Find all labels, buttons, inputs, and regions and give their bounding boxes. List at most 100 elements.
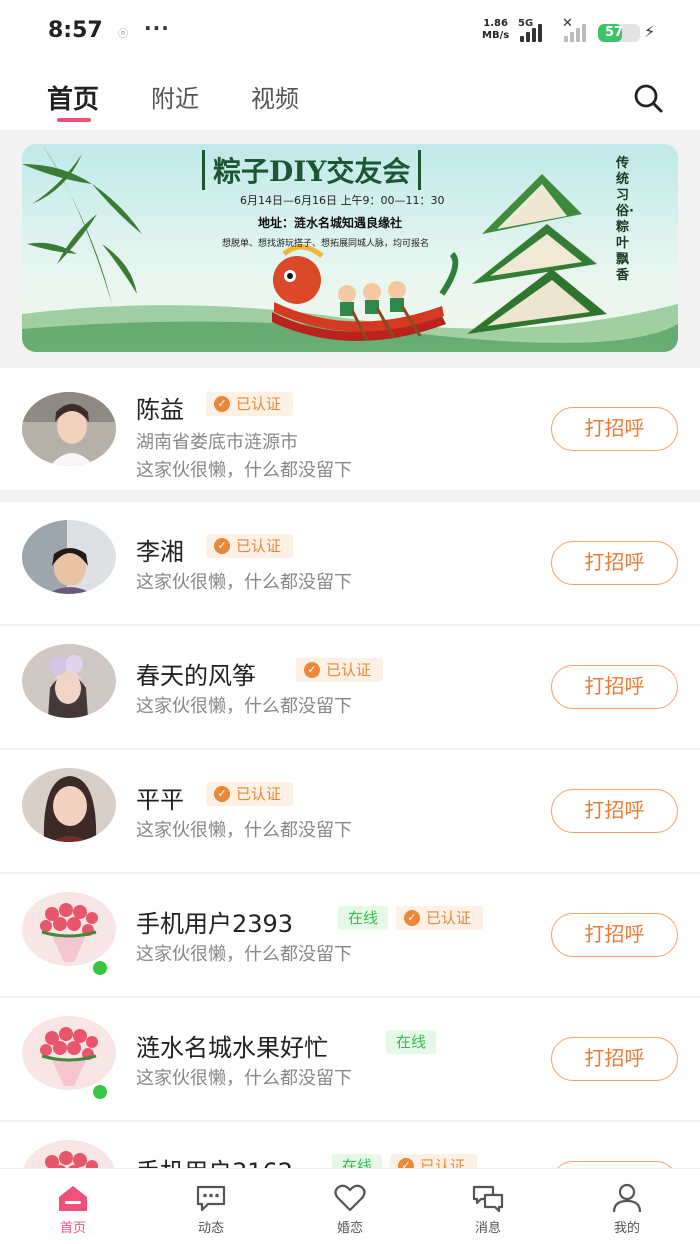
- bottom-nav: 首页 动态 婚恋 消息 我的: [0, 1168, 700, 1244]
- user-row[interactable]: 手机用户2393 在线 ✓ 已认证 这家伙很懒，什么都没留下 打招呼: [0, 874, 700, 996]
- banner-description: 想脱单、想找游玩搭子、想拓展同城人脉，均可报名: [222, 239, 430, 249]
- tab-home[interactable]: 首页: [47, 79, 99, 116]
- tab-nearby[interactable]: 附近: [151, 79, 199, 114]
- greet-button[interactable]: 打招呼: [551, 913, 678, 957]
- profile-icon: [612, 1183, 642, 1213]
- user-name: 平平: [136, 786, 184, 814]
- battery-level: 57: [604, 25, 624, 40]
- greet-button[interactable]: 打招呼: [551, 541, 678, 585]
- network-speed-unit: MB/s: [482, 30, 510, 41]
- search-icon[interactable]: [630, 80, 666, 116]
- banner-section: 粽子DIY交友会 6月14日—6月16日 上午9：00—11：30 地址：涟水名…: [0, 130, 700, 368]
- verified-badge: ✓ 已认证: [390, 1154, 478, 1168]
- avatar[interactable]: [22, 1140, 116, 1168]
- user-row[interactable]: 平平 ✓ 已认证 这家伙很懒，什么都没留下 打招呼: [0, 750, 700, 872]
- banner-title: 粽子DIY交友会: [202, 150, 422, 190]
- active-tab-indicator: [57, 118, 91, 122]
- user-photo-icon: [22, 520, 116, 594]
- avatar[interactable]: [22, 392, 116, 466]
- greet-button[interactable]: 打招呼: [551, 665, 678, 709]
- user-badges: 在线 ✓ 已认证: [338, 906, 484, 930]
- user-badges: ✓ 已认证: [206, 392, 294, 416]
- verified-badge: ✓ 已认证: [206, 534, 294, 558]
- nav-profile[interactable]: 我的: [582, 1183, 672, 1236]
- verified-badge: ✓ 已认证: [296, 658, 384, 682]
- network-speed-value: 1.86: [483, 18, 508, 29]
- greet-button[interactable]: 打招呼: [551, 407, 678, 451]
- online-indicator: [90, 1082, 110, 1102]
- user-bio: 这家伙很懒，什么都没留下: [136, 820, 352, 841]
- tab-video[interactable]: 视频: [251, 79, 299, 114]
- notification-icon: ⓝ: [118, 29, 128, 40]
- verified-label: 已认证: [326, 661, 372, 679]
- avatar[interactable]: [22, 644, 116, 718]
- nav-label: 动态: [197, 1221, 224, 1236]
- user-location: 湖南省娄底市涟源市: [136, 432, 298, 453]
- greet-button[interactable]: 打招呼: [551, 1037, 678, 1081]
- check-icon: ✓: [398, 1158, 415, 1168]
- user-row[interactable]: 手机用户3162 在线 ✓ 已认证 打招呼: [0, 1122, 700, 1168]
- more-notifications-icon: ···: [144, 16, 170, 40]
- check-icon: ✓: [214, 538, 230, 554]
- user-row[interactable]: 春天的风筝 ✓ 已认证 这家伙很懒，什么都没留下 打招呼: [0, 626, 700, 748]
- check-icon: ✓: [214, 396, 230, 412]
- nav-label: 我的: [613, 1221, 640, 1236]
- status-bar: 8:57 ⓝ ··· 1.86 MB/s 5G ✕ 57 ⚡: [0, 0, 700, 64]
- user-name: 陈益: [136, 396, 184, 424]
- banner-side-text: 传统习俗·粽叶飘香: [616, 156, 634, 283]
- nav-messages[interactable]: 消息: [443, 1183, 533, 1236]
- user-badges: ✓ 已认证: [296, 658, 384, 682]
- user-bio: 这家伙很懒，什么都没留下: [136, 1068, 352, 1089]
- verified-badge: ✓ 已认证: [206, 392, 294, 416]
- user-name: 涟水名城水果好忙: [136, 1034, 328, 1062]
- user-badges: 在线 ✓ 已认证: [332, 1154, 478, 1168]
- roses-icon: [22, 1016, 116, 1090]
- user-bio: 这家伙很懒，什么都没留下: [136, 944, 352, 965]
- messages-icon: [472, 1185, 504, 1213]
- user-row[interactable]: 李湘 ✓ 已认证 这家伙很懒，什么都没留下 打招呼: [0, 502, 700, 624]
- home-icon: [59, 1186, 87, 1211]
- roses-icon: [22, 892, 116, 966]
- greet-button[interactable]: 打招呼: [551, 1161, 678, 1168]
- user-bio: 这家伙很懒，什么都没留下: [136, 696, 352, 717]
- roses-icon: [22, 1140, 116, 1168]
- chat-bubble-icon: [196, 1185, 226, 1212]
- charging-icon: ⚡: [644, 22, 656, 41]
- top-tabs: 首页 附近 视频: [0, 64, 700, 130]
- verified-label: 已认证: [426, 909, 472, 927]
- nav-label: 首页: [59, 1221, 86, 1236]
- user-bio: 这家伙很懒，什么都没留下: [136, 460, 352, 481]
- user-row[interactable]: 涟水名城水果好忙 在线 这家伙很懒，什么都没留下 打招呼: [0, 998, 700, 1120]
- user-photo-icon: [22, 392, 116, 466]
- user-name: 李湘: [136, 538, 184, 566]
- avatar[interactable]: [22, 520, 116, 594]
- avatar[interactable]: [22, 892, 116, 966]
- verified-badge: ✓ 已认证: [206, 782, 294, 806]
- greet-button[interactable]: 打招呼: [551, 789, 678, 833]
- check-icon: ✓: [304, 662, 320, 678]
- user-badges: ✓ 已认证: [206, 534, 294, 558]
- user-row[interactable]: 陈益 ✓ 已认证 湖南省娄底市涟源市 这家伙很懒，什么都没留下 打招呼: [0, 368, 700, 490]
- verified-badge: ✓ 已认证: [396, 906, 484, 930]
- check-icon: ✓: [404, 910, 421, 926]
- user-badges: ✓ 已认证: [206, 782, 294, 806]
- verified-label: 已认证: [236, 537, 282, 555]
- event-banner[interactable]: 粽子DIY交友会 6月14日—6月16日 上午9：00—11：30 地址：涟水名…: [22, 144, 678, 352]
- banner-date: 6月14日—6月16日 上午9：00—11：30: [240, 194, 445, 207]
- user-badges: 在线: [386, 1030, 437, 1054]
- verified-label: 已认证: [420, 1157, 466, 1168]
- verified-label: 已认证: [236, 395, 282, 413]
- nav-label: 婚恋: [336, 1221, 363, 1236]
- avatar[interactable]: [22, 768, 116, 842]
- nav-feed[interactable]: 动态: [166, 1183, 256, 1236]
- nav-home[interactable]: 首页: [28, 1183, 118, 1236]
- avatar[interactable]: [22, 1016, 116, 1090]
- banner-address: 地址：涟水名城知遇良缘社: [258, 216, 403, 230]
- user-name: 春天的风筝: [136, 662, 256, 690]
- verified-label: 已认证: [236, 785, 282, 803]
- online-badge: 在线: [332, 1154, 383, 1168]
- signal-strength-icon: [520, 22, 542, 42]
- network-speed: 1.86 MB/s: [482, 18, 509, 42]
- nav-dating[interactable]: 婚恋: [305, 1183, 395, 1236]
- user-photo-icon: [22, 768, 116, 842]
